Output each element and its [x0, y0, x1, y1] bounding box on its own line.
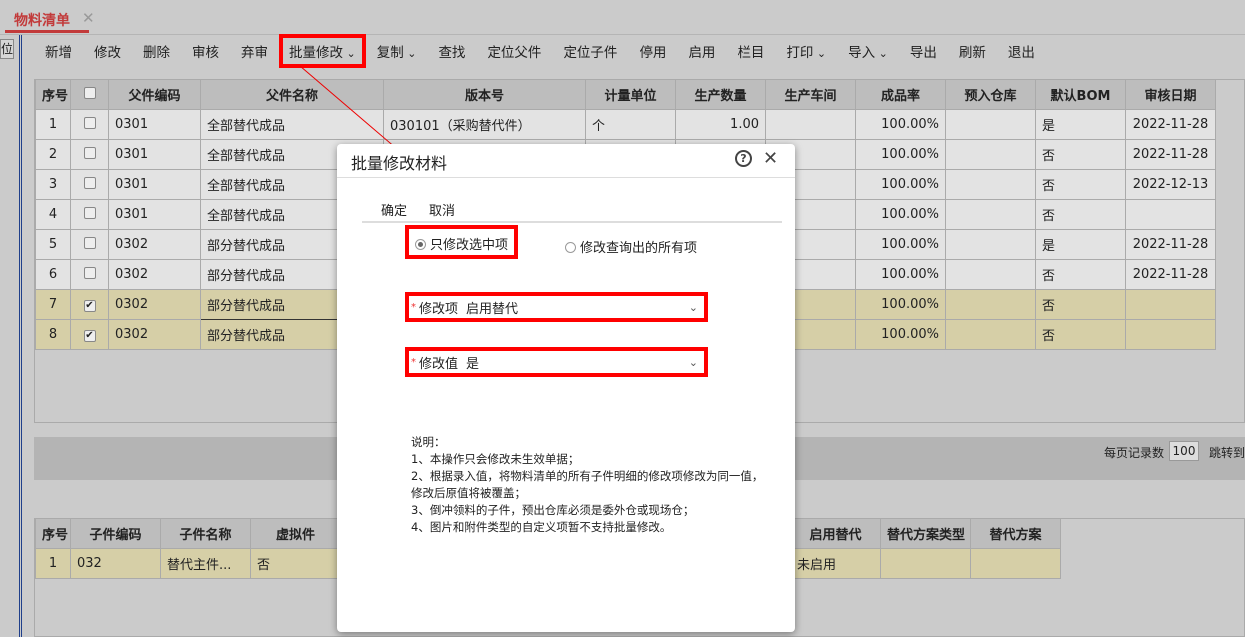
confirm-button[interactable]: 确定 — [381, 200, 407, 219]
radio-all-label: 修改查询出的所有项 — [580, 241, 698, 256]
instruction-line: 1、本操作只会修改未生效单据； — [411, 452, 580, 466]
modify-value-value: 是 — [466, 356, 480, 372]
modify-item-select[interactable]: * 修改项 启用替代 ⌄ — [405, 292, 708, 322]
chevron-down-icon: ⌄ — [688, 355, 698, 369]
modify-item-label: 修改项 — [419, 301, 459, 317]
instruction-line: 3、倒冲领料的子件，预出仓库必须是委外仓或现场仓； — [411, 503, 695, 517]
button-divider — [362, 221, 782, 223]
radio-checked-icon — [415, 239, 426, 250]
instruction-line: 4、图片和附件类型的自定义项暂不支持批量修改。 — [411, 520, 672, 534]
radio-all-items[interactable]: 修改查询出的所有项 — [565, 237, 697, 256]
help-icon[interactable]: ? — [735, 150, 752, 167]
dialog-title: 批量修改材料 — [351, 154, 448, 173]
title-divider — [337, 177, 795, 178]
cancel-button[interactable]: 取消 — [429, 200, 455, 219]
radio-selected-label: 只修改选中项 — [430, 238, 509, 253]
modify-value-select[interactable]: * 修改值 是 ⌄ — [405, 347, 708, 377]
modify-item-value: 启用替代 — [466, 301, 519, 317]
batch-edit-dialog: 批量修改材料 ? ✕ 确定 取消 只修改选中项 修改查询出的所有项 * 修改项 … — [337, 144, 795, 632]
radio-selected-only[interactable]: 只修改选中项 — [405, 225, 518, 259]
instruction-line: 2、根据录入值，将物料清单的所有子件明细的修改项修改为同一值， — [411, 469, 764, 483]
instruction-line: 修改后原值将被覆盖； — [411, 486, 526, 500]
instruction-line: 说明： — [411, 435, 446, 449]
modify-value-label: 修改值 — [419, 356, 459, 372]
chevron-down-icon: ⌄ — [688, 300, 698, 314]
close-icon[interactable]: ✕ — [763, 148, 778, 169]
required-icon: * — [411, 356, 416, 368]
instructions-text: 说明： 1、本操作只会修改未生效单据； 2、根据录入值，将物料清单的所有子件明细的修… — [411, 434, 763, 536]
required-icon: * — [411, 301, 416, 313]
radio-unchecked-icon — [565, 242, 576, 253]
